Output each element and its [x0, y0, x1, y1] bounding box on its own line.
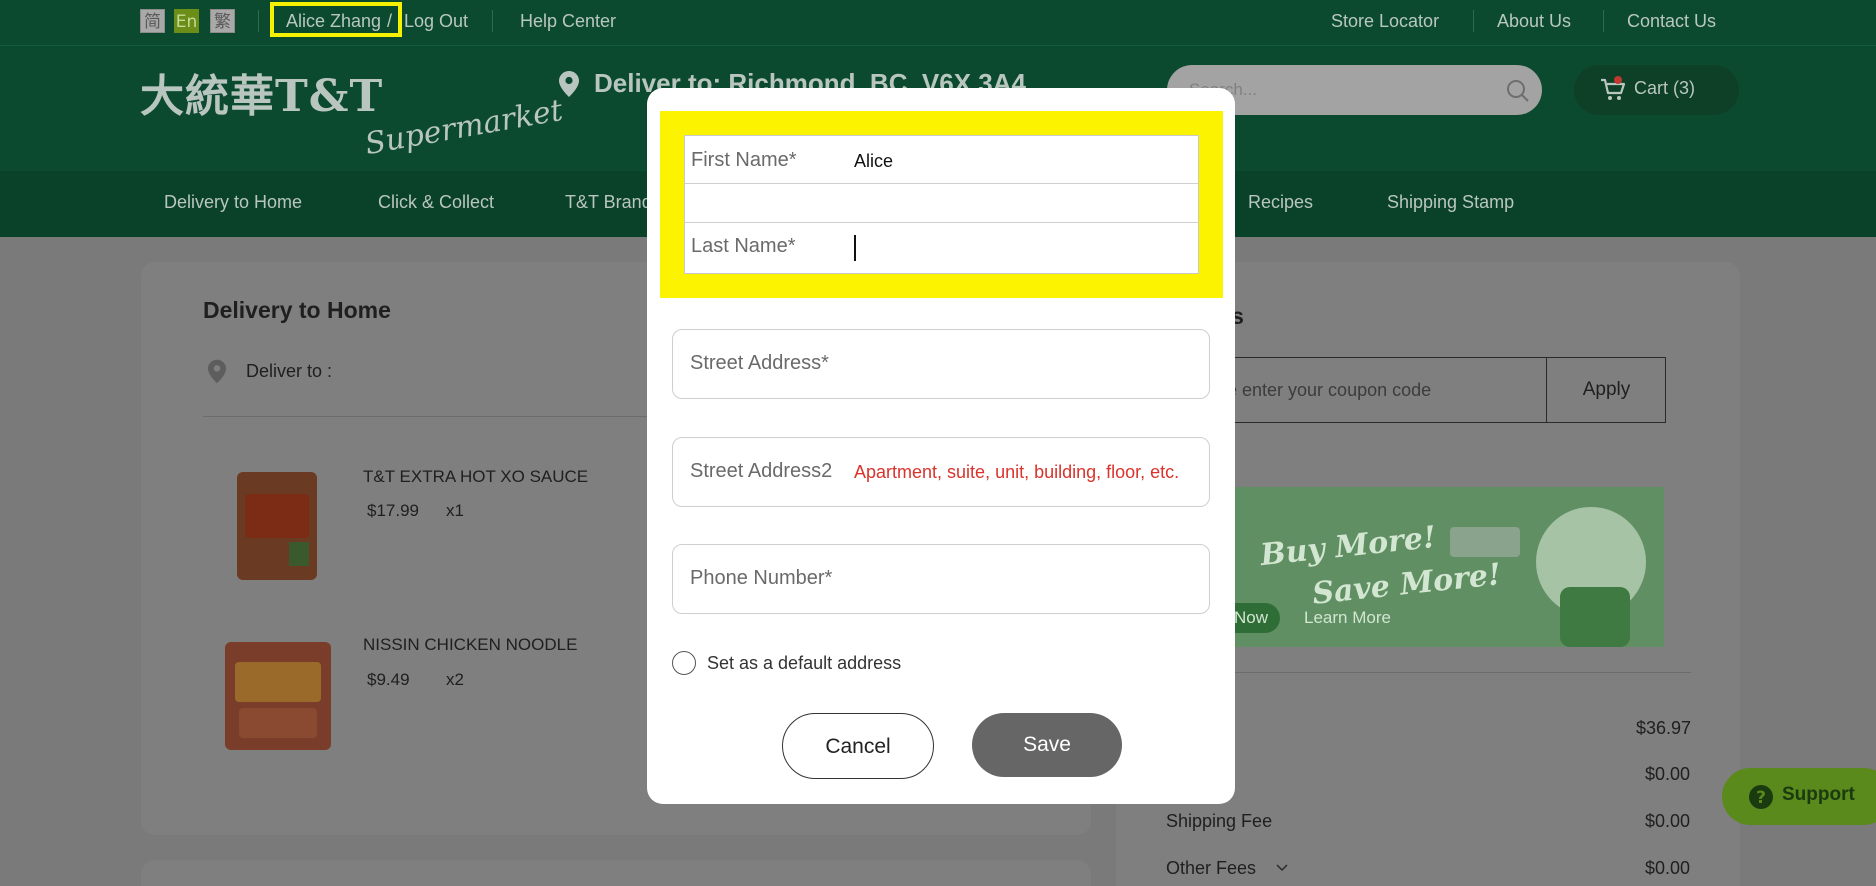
support-button[interactable]: ? Support: [1722, 768, 1876, 825]
location-pin-icon: [208, 359, 226, 384]
cancel-button[interactable]: Cancel: [782, 713, 934, 779]
lang-simplified-button[interactable]: 简: [140, 9, 165, 33]
nav-delivery-to-home[interactable]: Delivery to Home: [164, 192, 302, 213]
truck-illustration: [1450, 527, 1520, 557]
about-us-link[interactable]: About Us: [1497, 9, 1571, 33]
product-quantity: x1: [446, 501, 464, 520]
divider: [685, 183, 1198, 184]
lang-english-button[interactable]: En: [174, 9, 199, 33]
banner-subheadline: Save More!: [1310, 557, 1503, 612]
product-quantity: x2: [446, 670, 464, 689]
default-address-radio[interactable]: [672, 651, 696, 675]
coupon-input[interactable]: [1227, 378, 1507, 402]
other-fees-label: Other Fees: [1166, 858, 1257, 878]
product-price: $9.49: [367, 670, 410, 689]
divider: [203, 416, 648, 417]
discount-value: $0.00: [1645, 764, 1691, 784]
product-price: $17.99: [367, 501, 419, 520]
default-address-label[interactable]: Set as a default address: [707, 653, 901, 674]
promo-banner[interactable]: Buy More! Save More! Now Learn More: [1220, 487, 1664, 647]
street-address2-hint: Apartment, suite, unit, building, floor,…: [854, 462, 1180, 482]
chevron-down-icon[interactable]: [1276, 864, 1288, 872]
mascot-bag: [1560, 587, 1630, 647]
lang-traditional-button[interactable]: 繁: [210, 9, 235, 33]
cart-icon: [1601, 78, 1626, 100]
nav-recipes[interactable]: Recipes: [1248, 192, 1313, 213]
search-icon[interactable]: [1506, 79, 1530, 103]
logout-link[interactable]: Log Out: [404, 9, 468, 33]
support-label: Support: [1782, 784, 1855, 805]
nav-shipping-stamp[interactable]: Shipping Stamp: [1387, 192, 1514, 213]
location-pin-icon: [559, 71, 579, 97]
divider: [1166, 672, 1691, 673]
other-fees-value: $0.00: [1645, 858, 1691, 878]
cart-label: Cart (3): [1634, 78, 1696, 98]
product-name[interactable]: T&T EXTRA HOT XO SAUCE: [363, 467, 588, 487]
user-name-highlight: [270, 2, 402, 37]
text-cursor: [854, 235, 856, 261]
product-image-chicken-noodle[interactable]: [225, 642, 331, 750]
help-icon: ?: [1749, 785, 1773, 809]
apply-coupon-button[interactable]: Apply: [1546, 357, 1666, 423]
product-image-xo-sauce[interactable]: [237, 472, 317, 580]
divider: [492, 10, 493, 32]
save-button[interactable]: Save: [972, 713, 1122, 777]
last-name-label: Last Name*: [691, 235, 796, 257]
street-address-label: Street Address*: [690, 352, 829, 374]
logo-subtitle: Supermarket: [362, 92, 566, 163]
nav-tt-brand[interactable]: T&T Brand: [565, 192, 652, 213]
shipping-fee-label: Shipping Fee: [1166, 811, 1273, 831]
cart-count: (3): [1673, 78, 1696, 98]
street-address2-label: Street Address2: [690, 460, 833, 482]
nav-click-collect[interactable]: Click & Collect: [378, 192, 494, 213]
secondary-card: [141, 860, 1091, 886]
logo[interactable]: 大統華T&T: [140, 60, 383, 124]
phone-number-field[interactable]: Phone Number*: [672, 544, 1210, 614]
banner-headline: Buy More!: [1258, 519, 1438, 574]
divider: [1473, 10, 1474, 32]
shipping-fee-value: $0.00: [1645, 811, 1691, 831]
contact-us-link[interactable]: Contact Us: [1627, 9, 1716, 33]
svg-text:?: ?: [1756, 788, 1766, 808]
help-center-link[interactable]: Help Center: [520, 9, 616, 33]
divider: [258, 10, 259, 32]
street-address-field[interactable]: Street Address*: [672, 329, 1210, 399]
deliver-to-label: Deliver to :: [246, 361, 333, 381]
delivery-card-title: Delivery to Home: [203, 297, 391, 323]
divider: [685, 222, 1198, 223]
cart-button[interactable]: Cart (3): [1574, 65, 1739, 115]
cart-notification-dot: [1614, 76, 1622, 84]
name-fields-group: First Name* Alice Last Name*: [684, 135, 1199, 274]
divider: [1603, 10, 1604, 32]
product-name[interactable]: NISSIN CHICKEN NOODLE: [363, 635, 577, 655]
first-name-label: First Name*: [691, 149, 797, 171]
store-locator-link[interactable]: Store Locator: [1331, 9, 1439, 33]
street-address2-field[interactable]: Street Address2 Apartment, suite, unit, …: [672, 437, 1210, 507]
first-name-input[interactable]: Alice: [854, 151, 893, 172]
subtotal-value: $36.97: [1636, 718, 1692, 738]
phone-number-label: Phone Number*: [690, 567, 833, 589]
banner-learn-more-link[interactable]: Learn More: [1304, 608, 1391, 628]
